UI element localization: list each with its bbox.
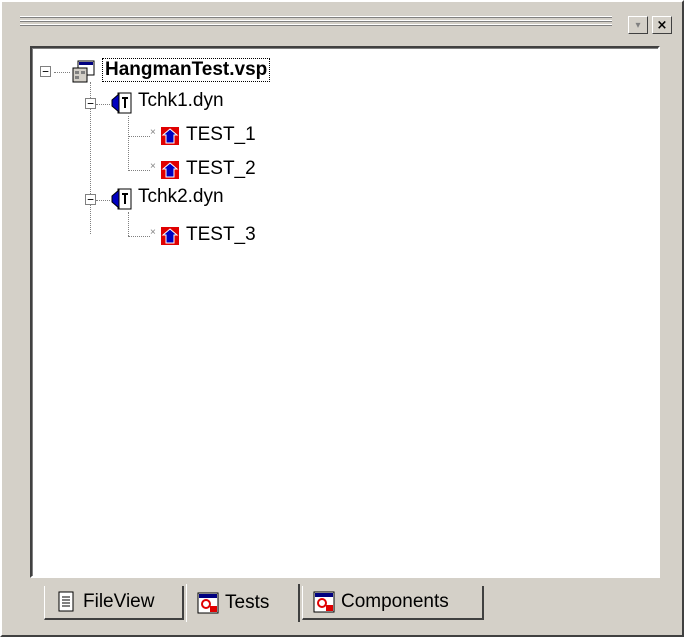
root-collapse-toggle[interactable]: − <box>40 66 51 77</box>
document-icon <box>58 591 74 612</box>
tab-label: Tests <box>225 592 270 613</box>
tree-group-label[interactable]: Tchk2.dyn <box>138 186 224 208</box>
close-button[interactable]: × <box>652 16 672 34</box>
project-icon <box>72 60 95 83</box>
close-icon: × <box>656 17 668 33</box>
test-tree-view[interactable]: − HangmanTest.vsp − Tchk1.dyn × TEST_1 ×… <box>30 46 660 578</box>
tree-connector <box>96 104 110 105</box>
tree-root-label[interactable]: HangmanTest.vsp <box>102 58 271 82</box>
tab-tests[interactable]: Tests <box>186 584 300 622</box>
tree-connector <box>54 72 70 73</box>
tree-group-label[interactable]: Tchk1.dyn <box>138 90 224 112</box>
tree-test-label[interactable]: TEST_1 <box>186 124 256 146</box>
test-icon <box>161 127 179 145</box>
test-container-icon <box>111 92 132 114</box>
tree-connector <box>128 136 150 137</box>
tree-connector <box>128 116 129 171</box>
dropdown-arrow-icon: ▾ <box>635 19 641 31</box>
tab-label: FileView <box>83 591 155 612</box>
test-marker-icon: × <box>150 161 156 172</box>
tests-icon <box>197 592 219 614</box>
test-container-icon <box>111 188 132 210</box>
test-marker-icon: × <box>150 127 156 138</box>
test-marker-icon: × <box>150 227 156 238</box>
tree-connector <box>128 236 150 237</box>
tab-fileview[interactable]: FileView <box>44 586 184 620</box>
window-menu-button[interactable]: ▾ <box>628 16 648 34</box>
tree-test-label[interactable]: TEST_3 <box>186 224 256 246</box>
components-icon <box>313 591 335 613</box>
test-icon <box>161 161 179 179</box>
tree-connector <box>128 212 129 236</box>
tab-label: Components <box>341 591 449 612</box>
group-collapse-toggle[interactable]: − <box>85 98 96 109</box>
group-collapse-toggle[interactable]: − <box>85 194 96 205</box>
tab-components[interactable]: Components <box>302 586 484 620</box>
tree-test-label[interactable]: TEST_2 <box>186 158 256 180</box>
test-icon <box>161 227 179 245</box>
title-gripper[interactable] <box>20 16 612 28</box>
tree-connector <box>128 170 150 171</box>
tree-connector <box>96 200 110 201</box>
